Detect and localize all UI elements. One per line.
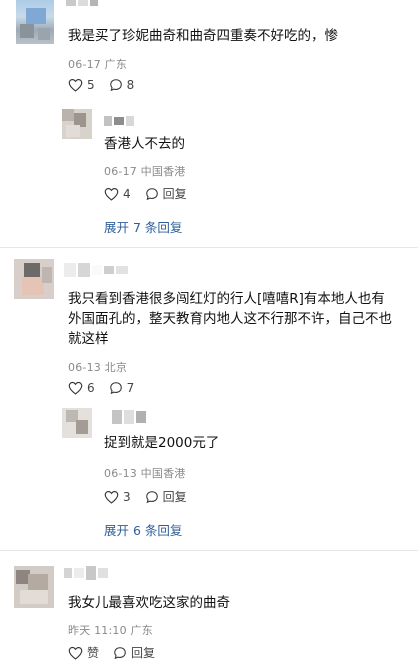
- comment-date: 06-13: [68, 361, 101, 374]
- comment-button[interactable]: 8: [109, 78, 135, 92]
- comment-date: 昨天 11:10: [68, 624, 127, 637]
- reply-date: 06-17: [104, 165, 137, 178]
- comment-text-line: 外国面孔的，整天教育内地人这不行那不许，自己不也: [68, 311, 392, 327]
- avatar[interactable]: [14, 566, 54, 608]
- comment-text: 我只看到香港很多闯红灯的行人[嘻嘻R]有本地人也有 外国面孔的，整天教育内地人这…: [68, 289, 392, 349]
- reply-location: 中国香港: [140, 467, 186, 480]
- like-button[interactable]: 赞: [68, 644, 99, 661]
- heart-icon: [68, 646, 83, 660]
- username[interactable]: [64, 263, 128, 277]
- like-count: 4: [123, 186, 131, 201]
- comment-button[interactable]: 7: [109, 381, 135, 395]
- reply-avatar[interactable]: [62, 408, 92, 438]
- reply-label: 回复: [131, 646, 156, 660]
- reply-text: 捉到就是2000元了: [104, 435, 220, 451]
- divider: [0, 247, 418, 248]
- reply-date: 06-13: [104, 467, 137, 480]
- reply-count: 7: [126, 381, 135, 395]
- reply-actions: 3 回复: [104, 488, 201, 505]
- reply-count: 8: [126, 78, 135, 92]
- reply-button[interactable]: 回复: [113, 644, 155, 661]
- like-button[interactable]: 5: [68, 78, 95, 92]
- comment-text-line: 就这样: [68, 331, 109, 347]
- comment-location: 广东: [104, 58, 128, 71]
- expand-replies-link[interactable]: 展开 7 条回复: [104, 217, 182, 236]
- comment-meta: 06-17 广东: [68, 56, 127, 72]
- comment-location: 广东: [130, 624, 153, 637]
- comment-meta: 06-13 北京: [68, 359, 127, 375]
- reply-button[interactable]: 回复: [145, 488, 187, 505]
- like-count: 6: [87, 381, 95, 395]
- comment-bubble-icon: [145, 490, 159, 504]
- username[interactable]: [66, 0, 98, 6]
- reply-username[interactable]: [104, 116, 134, 126]
- comment-bubble-icon: [113, 646, 127, 660]
- avatar[interactable]: [14, 259, 54, 299]
- like-button[interactable]: 4: [104, 187, 131, 201]
- reply-button[interactable]: 回复: [145, 185, 187, 202]
- reply-location: 中国香港: [140, 165, 186, 178]
- heart-icon: [104, 187, 119, 201]
- reply-label: 回复: [162, 187, 187, 201]
- comment-text-line: 我只看到香港很多闯红灯的行人[嘻嘻R]有本地人也有: [68, 291, 385, 307]
- heart-icon: [68, 78, 83, 92]
- divider: [0, 550, 418, 551]
- expand-replies-link[interactable]: 展开 6 条回复: [104, 520, 182, 539]
- comment-actions: 5 8: [68, 78, 148, 92]
- like-count: 3: [123, 489, 131, 504]
- reply-text: 香港人不去的: [104, 136, 185, 152]
- reply-username[interactable]: [112, 410, 146, 424]
- comment-date: 06-17: [68, 58, 101, 71]
- like-button[interactable]: 6: [68, 381, 95, 395]
- like-count: 5: [87, 78, 95, 92]
- comment-actions: 6 7: [68, 381, 148, 395]
- comment-text: 我女儿最喜欢吃这家的曲奇: [68, 595, 230, 611]
- comment-location: 北京: [104, 361, 128, 374]
- comment-text: 我是买了珍妮曲奇和曲奇四重奏不好吃的，惨: [68, 28, 338, 44]
- reply-meta: 06-17 中国香港: [104, 163, 185, 179]
- comment-meta: 昨天 11:10 广东: [68, 622, 153, 638]
- reply-label: 回复: [162, 490, 187, 504]
- like-button[interactable]: 3: [104, 490, 131, 504]
- avatar[interactable]: [16, 0, 54, 44]
- username[interactable]: [64, 566, 108, 580]
- heart-icon: [68, 381, 83, 395]
- comment-bubble-icon: [109, 78, 123, 92]
- reply-actions: 4 回复: [104, 185, 201, 202]
- reply-meta: 06-13 中国香港: [104, 465, 185, 481]
- like-label: 赞: [87, 646, 100, 660]
- comment-bubble-icon: [109, 381, 123, 395]
- heart-icon: [104, 490, 119, 504]
- comment-bubble-icon: [145, 187, 159, 201]
- comment-actions: 赞 回复: [68, 644, 169, 661]
- reply-avatar[interactable]: [62, 109, 92, 139]
